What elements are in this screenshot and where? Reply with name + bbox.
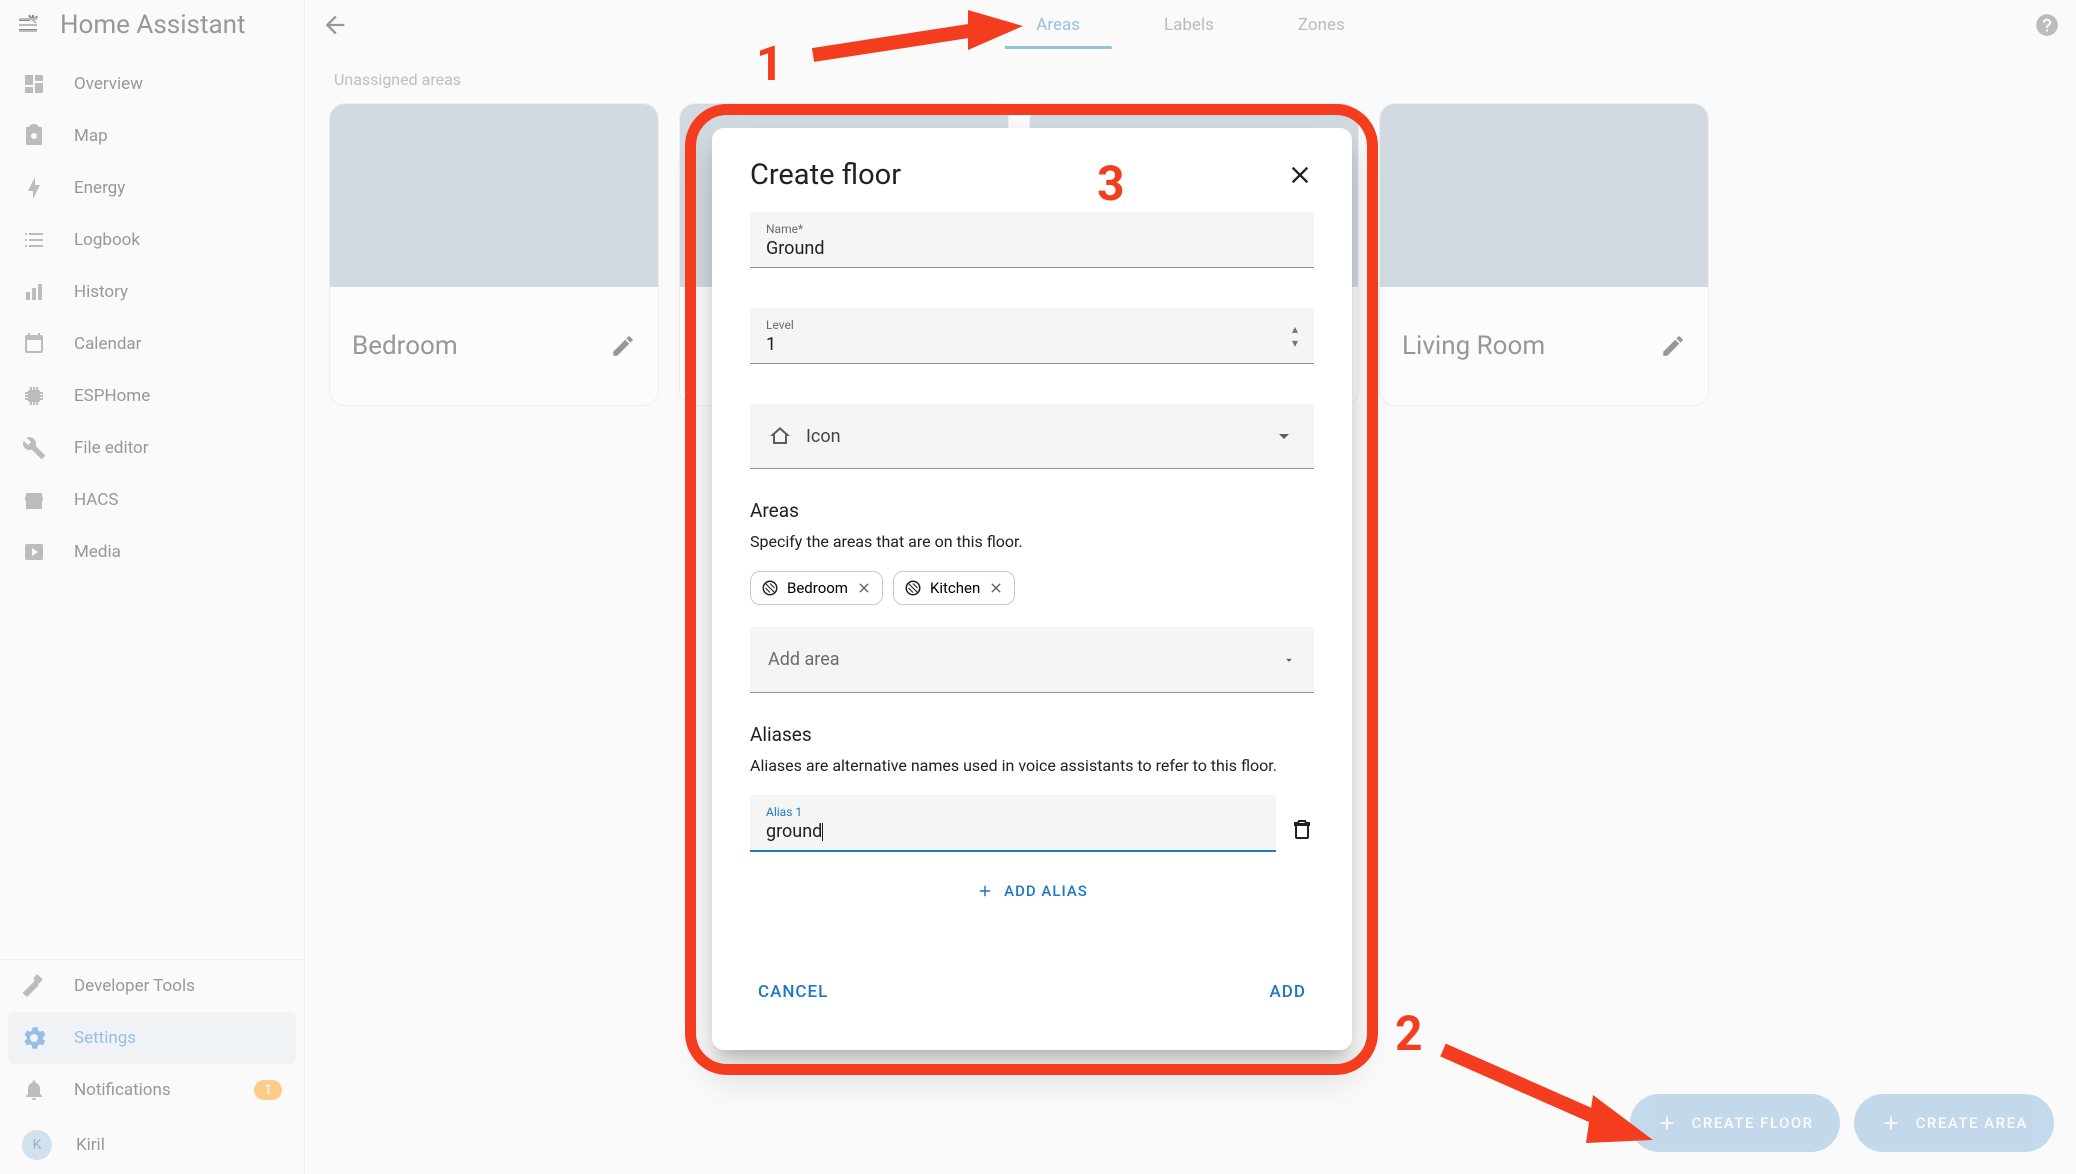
alias-row: Alias 1 ground [750,795,1314,852]
add-button[interactable]: ADD [1262,974,1314,1010]
chip-label: Bedroom [787,579,848,597]
level-field[interactable]: Level 1 ▴▾ [750,308,1314,364]
add-area-label: Add area [768,649,840,670]
home-icon [768,424,792,448]
aliases-section-title: Aliases [750,723,1314,746]
close-icon[interactable] [1286,161,1314,189]
dropdown-icon [1272,424,1296,448]
icon-field[interactable]: Icon [750,404,1314,469]
texture-icon [761,579,779,597]
dialog-actions: CANCEL ADD [750,964,1314,1020]
cancel-button[interactable]: CANCEL [750,974,836,1010]
aliases-section-desc: Aliases are alternative names used in vo… [750,756,1314,775]
stepper-icon[interactable]: ▴▾ [1292,322,1298,350]
delete-alias-icon[interactable] [1290,817,1314,841]
add-area-field[interactable]: Add area [750,627,1314,693]
remove-chip-icon[interactable] [856,580,872,596]
icon-label: Icon [806,426,841,447]
area-chip: Bedroom [750,571,883,605]
area-chip: Kitchen [893,571,1015,605]
level-label: Level [766,318,1298,332]
name-label: Name* [766,222,1298,236]
dialog-title: Create floor [750,158,901,192]
name-field[interactable]: Name* Ground [750,212,1314,268]
name-value: Ground [766,238,1298,259]
remove-chip-icon[interactable] [988,580,1004,596]
create-floor-dialog: Create floor Name* Ground Level 1 ▴▾ Ico… [712,128,1352,1050]
dialog-header: Create floor [750,158,1314,192]
alias-value: ground [766,821,1260,842]
add-alias-label: ADD ALIAS [1004,882,1088,900]
areas-section-desc: Specify the areas that are on this floor… [750,532,1314,551]
add-alias-button[interactable]: ADD ALIAS [750,852,1314,920]
level-value: 1 [766,334,1298,355]
areas-section-title: Areas [750,499,1314,522]
dropdown-icon [1282,653,1296,667]
texture-icon [904,579,922,597]
plus-icon [976,882,994,900]
area-chips: Bedroom Kitchen [750,571,1314,605]
chip-label: Kitchen [930,579,980,597]
alias-label: Alias 1 [766,805,1260,819]
alias-field[interactable]: Alias 1 ground [750,795,1276,852]
